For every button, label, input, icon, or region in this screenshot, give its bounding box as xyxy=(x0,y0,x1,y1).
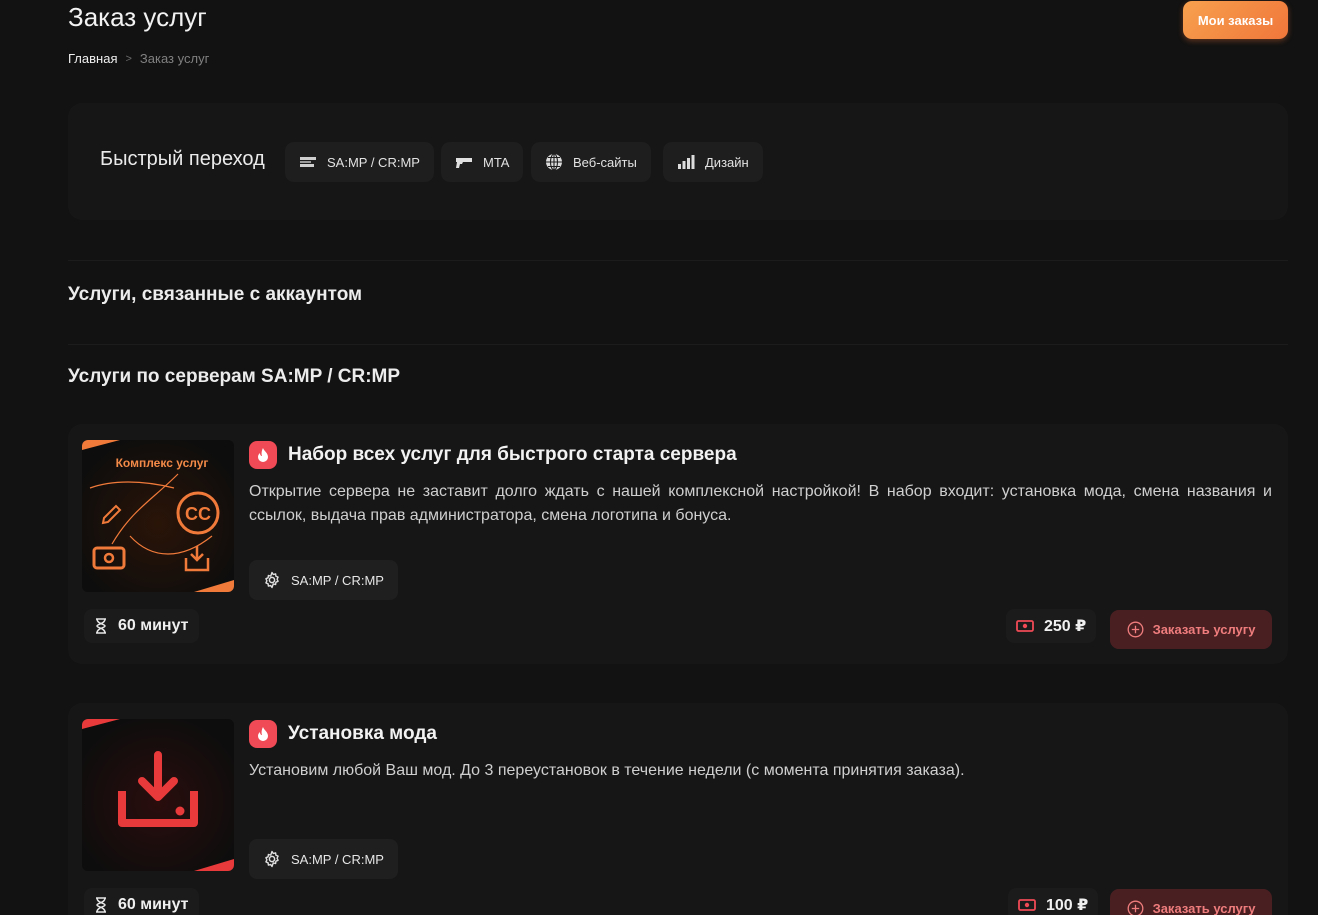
flame-icon xyxy=(249,720,277,748)
breadcrumb-separator: > xyxy=(125,52,132,65)
plus-circle-icon xyxy=(1127,900,1144,915)
my-orders-button[interactable]: Мои заказы xyxy=(1183,1,1288,39)
flame-icon xyxy=(249,441,277,469)
quick-nav-label: SA:MP / CR:MP xyxy=(327,154,420,170)
section-title-account[interactable]: Услуги, связанные с аккаунтом xyxy=(68,284,362,306)
samp-logo-icon xyxy=(300,157,316,167)
order-service-button[interactable]: Заказать услугу xyxy=(1110,889,1272,915)
service-duration-value: 60 минут xyxy=(118,896,189,913)
service-price-value: 100 ₽ xyxy=(1046,897,1089,914)
breadcrumb-current: Заказ услуг xyxy=(139,51,210,66)
service-thumbnail xyxy=(82,719,234,871)
services-bundle-icon: Комплекс услуг CC xyxy=(82,440,234,592)
quick-nav-title: Быстрый переход xyxy=(100,148,265,170)
service-title: Набор всех услуг для быстрого старта сер… xyxy=(288,444,737,465)
service-price-value: 250 ₽ xyxy=(1044,618,1087,635)
divider xyxy=(68,344,1288,345)
svg-text:CC: CC xyxy=(185,504,211,524)
quick-nav-design[interactable]: Дизайн xyxy=(663,142,763,182)
cash-icon xyxy=(1016,620,1034,632)
hourglass-icon xyxy=(96,618,106,634)
service-title: Установка мода xyxy=(288,723,437,744)
hourglass-icon xyxy=(96,897,106,913)
service-price: 250 ₽ xyxy=(1006,609,1097,643)
page-title: Заказ услуг xyxy=(68,2,207,32)
order-button-label: Заказать услугу xyxy=(1152,901,1256,915)
service-duration: 60 минут xyxy=(84,609,199,643)
section-title-samp: Услуги по серверам SA:MP / CR:MP xyxy=(68,366,401,387)
chart-bars-icon xyxy=(678,155,695,169)
service-price: 100 ₽ xyxy=(1008,888,1099,915)
quick-nav-label: MTA xyxy=(483,154,510,170)
download-tray-icon xyxy=(82,719,234,871)
divider xyxy=(68,260,1288,261)
service-description: Установим любой Ваш мод. До 3 переустано… xyxy=(249,762,965,779)
service-duration: 60 минут xyxy=(84,888,199,915)
service-tag-label: SA:MP / CR:MP xyxy=(291,572,384,588)
breadcrumb: Главная > Заказ услуг xyxy=(68,51,209,66)
thumb-label: Комплекс услуг xyxy=(116,456,209,470)
gun-icon xyxy=(456,158,472,168)
cash-icon xyxy=(1018,899,1036,911)
breadcrumb-home-link[interactable]: Главная xyxy=(68,51,117,66)
service-duration-value: 60 минут xyxy=(118,617,189,634)
service-tag: SA:MP / CR:MP xyxy=(249,560,398,600)
service-tag: SA:MP / CR:MP xyxy=(249,839,398,879)
service-tag-label: SA:MP / CR:MP xyxy=(291,851,384,867)
service-description: Открытие сервера не заставит долго ждать… xyxy=(249,483,1272,524)
order-button-label: Заказать услугу xyxy=(1152,622,1256,637)
quick-nav-websites[interactable]: Веб-сайты xyxy=(531,142,651,182)
service-thumbnail: Комплекс услуг CC xyxy=(82,440,234,592)
gear-icon xyxy=(265,850,279,868)
plus-circle-icon xyxy=(1127,621,1144,638)
quick-nav-label: Веб-сайты xyxy=(573,154,637,170)
quick-nav-mta[interactable]: MTA xyxy=(441,142,524,182)
order-service-button[interactable]: Заказать услугу xyxy=(1110,610,1272,649)
globe-icon xyxy=(546,153,562,171)
quick-nav-label: Дизайн xyxy=(705,154,749,170)
gear-icon xyxy=(265,571,279,589)
quick-nav-samp[interactable]: SA:MP / CR:MP xyxy=(285,142,434,182)
